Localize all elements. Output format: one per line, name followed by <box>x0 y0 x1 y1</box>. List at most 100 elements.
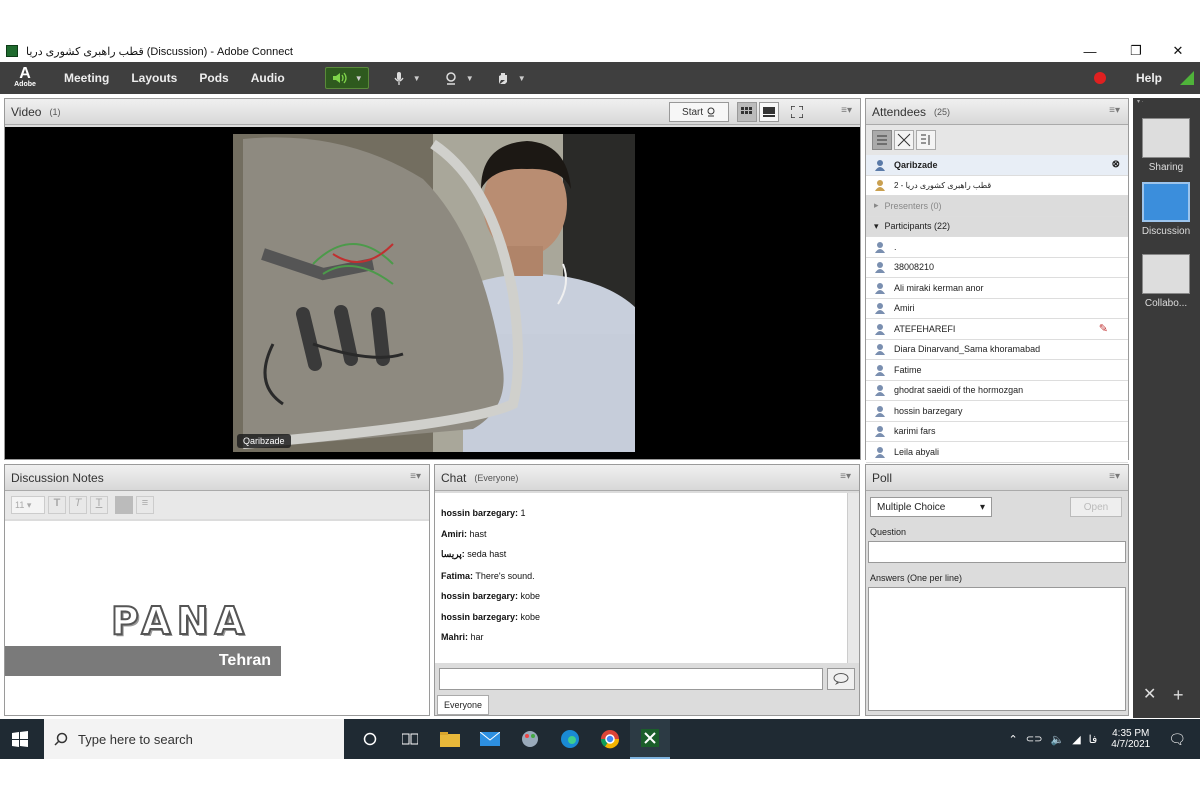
user-icon <box>875 241 885 253</box>
pod-options-icon[interactable]: ≡▾ <box>841 105 852 116</box>
notification-icon[interactable]: 🗨 <box>1168 731 1186 748</box>
participant-row[interactable]: Ali miraki kerman anor <box>866 278 1128 299</box>
underline-icon[interactable]: T <box>90 496 108 514</box>
layout-discussion[interactable]: Discussion <box>1141 182 1191 237</box>
menu-meeting[interactable]: Meeting <box>64 71 109 85</box>
participant-name: Ali miraki kerman anor <box>894 282 984 293</box>
chat-tab-everyone[interactable]: Everyone <box>437 695 489 715</box>
grid-view-button[interactable] <box>737 102 757 122</box>
participant-row[interactable]: hossin barzegary <box>866 401 1128 422</box>
participant-row[interactable]: . <box>866 237 1128 258</box>
chat-message-user: Amiri: <box>441 528 468 539</box>
answers-input[interactable] <box>868 587 1126 711</box>
send-message-button[interactable] <box>827 668 855 690</box>
chat-message-user: Mahri: <box>441 632 468 642</box>
fullscreen-button[interactable] <box>787 102 807 122</box>
pod-options-icon[interactable]: ≡▾ <box>1109 105 1120 116</box>
add-layout-icon[interactable]: + <box>1173 685 1184 706</box>
volume-icon[interactable]: 🔈 <box>1050 733 1064 746</box>
list-icon <box>877 135 887 145</box>
speaker-toggle-button[interactable]: ▼ <box>324 67 369 89</box>
recording-indicator[interactable] <box>1093 72 1106 84</box>
participant-row[interactable]: karimi fars <box>866 421 1128 442</box>
maximize-button[interactable]: ❐ <box>1114 40 1158 62</box>
status-view-button[interactable] <box>894 130 914 150</box>
participant-name: karimi fars <box>894 426 936 437</box>
camera-button[interactable]: ▼ <box>437 67 481 89</box>
mail-icon[interactable] <box>470 719 510 759</box>
participant-row[interactable]: ghodrat saeidi of the hormozgan <box>866 380 1128 401</box>
file-explorer-icon[interactable] <box>430 719 470 759</box>
layouts-bar-options[interactable]: ▾ · <box>1137 98 1197 105</box>
taskbar-search-box[interactable]: Type here to search <box>44 719 344 759</box>
notes-body[interactable]: PANA Tehran <box>5 521 429 715</box>
microphone-button[interactable]: ▼ <box>385 67 429 89</box>
participant-row[interactable]: Diara Dinarvand_Sama khoramabad <box>866 339 1128 360</box>
taskbar-clock[interactable]: 4:35 PM 4/7/2021 <box>1111 728 1150 750</box>
chevron-down-icon: ▼ <box>412 73 421 83</box>
wifi-icon[interactable]: ◢ <box>1072 733 1080 746</box>
question-input[interactable] <box>868 541 1126 563</box>
participant-row[interactable]: Fatime <box>866 360 1128 381</box>
layout-collaboration[interactable]: Collabo... <box>1141 254 1191 309</box>
cortana-icon[interactable] <box>350 719 390 759</box>
layout-settings-icon[interactable]: ✕ <box>1143 684 1156 704</box>
menu-audio[interactable]: Audio <box>251 71 285 85</box>
status-button[interactable]: ▼ <box>489 67 533 89</box>
user-icon <box>875 405 885 417</box>
input-language[interactable]: فا <box>1089 733 1098 746</box>
minimize-button[interactable]: — <box>1068 40 1112 62</box>
host-row[interactable]: Qaribzade ⊗ <box>866 155 1128 176</box>
chevron-down-icon: ▼ <box>517 73 526 83</box>
user-icon <box>875 323 885 335</box>
microphone-icon <box>394 72 404 85</box>
breakout-view-button[interactable] <box>916 130 936 150</box>
chrome-icon[interactable] <box>590 719 630 759</box>
layout-sharing[interactable]: Sharing <box>1141 118 1191 173</box>
chevron-up-icon[interactable]: ⌃ <box>1009 733 1018 746</box>
attendees-count: (25) <box>934 106 951 117</box>
pod-options-icon[interactable]: ≡▾ <box>410 471 421 482</box>
italic-icon[interactable]: T <box>69 496 87 514</box>
user-icon <box>875 344 885 356</box>
edge-icon[interactable] <box>550 719 590 759</box>
font-size-select[interactable]: 11 ▾ <box>11 496 45 514</box>
menu-layouts[interactable]: Layouts <box>131 71 177 85</box>
chat-input[interactable] <box>439 668 823 690</box>
presenters-section[interactable]: ▸ Presenters (0) <box>866 196 1128 217</box>
chat-message: Mahri: har <box>441 632 847 642</box>
network-icon[interactable]: ⊂⊃ <box>1026 734 1043 745</box>
task-view-icon[interactable] <box>390 719 430 759</box>
layout-thumbnail <box>1142 118 1190 158</box>
bold-icon[interactable]: T <box>48 496 66 514</box>
paint-icon[interactable] <box>510 719 550 759</box>
menu-pods[interactable]: Pods <box>199 71 228 85</box>
participant-row[interactable]: Leila abyali <box>866 442 1128 463</box>
participant-row[interactable]: 38008210 <box>866 257 1128 278</box>
participants-section[interactable]: ▾ Participants (22) <box>866 216 1128 237</box>
poll-open-button[interactable]: Open <box>1070 497 1122 517</box>
bullet-list-icon[interactable]: ≡ <box>136 496 154 514</box>
poll-type-select[interactable]: Multiple Choice ▾ <box>870 497 992 517</box>
adobe-connect-app-icon <box>6 45 18 57</box>
participant-row[interactable]: Amiri <box>866 298 1128 319</box>
host-sub-row[interactable]: قطب راهبری کشوری دریا - 2 <box>866 175 1128 196</box>
adobe-connect-taskbar-icon[interactable] <box>630 719 670 759</box>
participant-row[interactable]: ATEFEHAREFI ✎ <box>866 319 1128 340</box>
filmstrip-view-button[interactable] <box>759 102 779 122</box>
close-button[interactable]: ✕ <box>1156 40 1200 62</box>
help-menu[interactable]: Help <box>1136 71 1162 85</box>
start-webcam-button[interactable]: Start <box>669 102 729 122</box>
chevron-down-icon: ▾ <box>874 220 879 231</box>
text-color-icon[interactable] <box>115 496 133 514</box>
list-view-button[interactable] <box>872 130 892 150</box>
windows-start-icon[interactable] <box>0 719 40 759</box>
chat-message: hossin barzegary: kobe <box>441 591 847 601</box>
close-icon[interactable]: ⊗ <box>1112 159 1120 170</box>
chat-message-text: kobe <box>518 611 541 622</box>
user-icon <box>875 262 885 274</box>
chat-scrollbar[interactable] <box>847 493 859 663</box>
pod-options-icon[interactable]: ≡▾ <box>840 471 851 482</box>
pod-options-icon[interactable]: ≡▾ <box>1109 471 1120 482</box>
windows-taskbar: Type here to search ⌃ ⊂⊃ 🔈 ◢ فا 4:35 PM 4… <box>0 719 1200 759</box>
